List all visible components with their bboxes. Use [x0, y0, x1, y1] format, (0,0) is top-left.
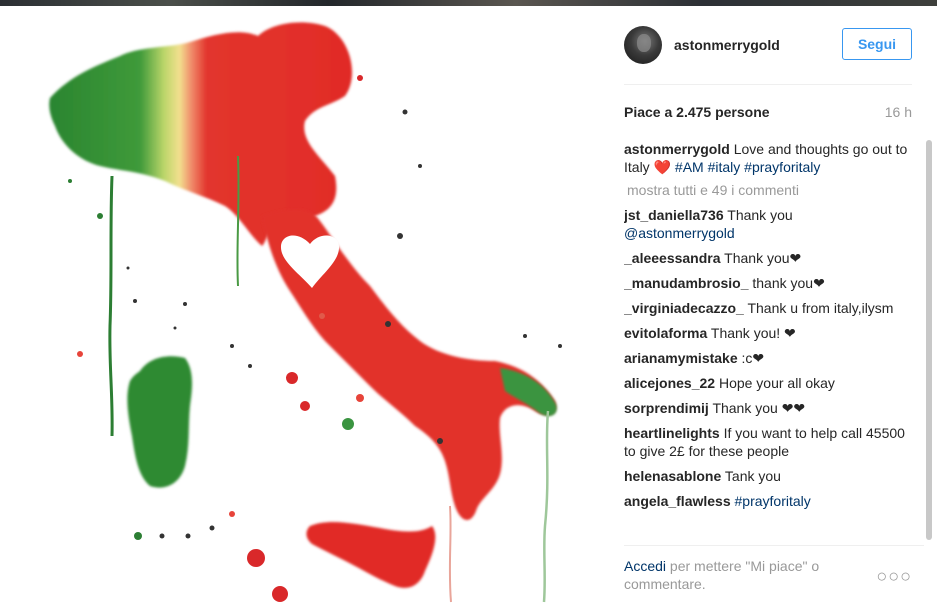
list-item: alicejones_22 Hope your all okay	[624, 374, 912, 392]
comment-text: :c❤	[741, 350, 765, 366]
post-footer: Accedi per mettere "Mi piace" o commenta…	[624, 545, 924, 607]
comment-text: Hope your all okay	[718, 375, 835, 391]
post-header: astonmerrygold Segui	[624, 6, 912, 85]
caption-hashtags[interactable]: #AM #italy #prayforitaly	[675, 159, 821, 175]
list-item: _virginiadecazzo_ Thank u from italy,ily…	[624, 299, 912, 317]
list-item: arianamymistake :c❤	[624, 349, 912, 367]
more-options-icon[interactable]: ○○○	[876, 566, 912, 587]
sicily-shape	[306, 522, 436, 588]
comment-username[interactable]: _manudambrosio_	[624, 275, 748, 291]
comment-username[interactable]: _aleeessandra	[624, 250, 721, 266]
list-item: evitolaforma Thank you! ❤	[624, 324, 912, 342]
drip-right	[542, 410, 550, 603]
comment-username[interactable]: sorprendimij	[624, 400, 709, 416]
list-item: sorprendimij Thank you ❤❤	[624, 399, 912, 417]
post-side-panel: astonmerrygold Segui Piace a 2.475 perso…	[608, 6, 937, 606]
show-all-comments-link[interactable]: mostra tutti e 49 i commenti	[627, 182, 924, 198]
list-item: heartlinelights If you want to help call…	[624, 424, 912, 460]
comment-hashtag[interactable]: #prayforitaly	[735, 493, 811, 509]
likes-row: Piace a 2.475 persone 16 h	[624, 104, 912, 124]
post-time[interactable]: 16 h	[885, 104, 912, 120]
post-image[interactable]	[0, 6, 608, 606]
drip-bottom	[448, 505, 452, 603]
comment-mention[interactable]: @astonmerrygold	[624, 225, 735, 241]
comment-username[interactable]: alicejones_22	[624, 375, 715, 391]
list-item: helenasablone Tank you	[624, 467, 912, 485]
comment-username[interactable]: _virginiadecazzo_	[624, 300, 744, 316]
list-item: jst_daniella736 Thank you @astonmerrygol…	[624, 206, 912, 242]
comment-username[interactable]: angela_flawless	[624, 493, 731, 509]
comment-username[interactable]: heartlinelights	[624, 425, 720, 441]
comment-text: Thank you	[727, 207, 793, 223]
comment-text: Tank you	[724, 468, 781, 484]
caption-username[interactable]: astonmerrygold	[624, 141, 730, 157]
comment-text: Thank you❤	[724, 250, 802, 266]
drip-left	[108, 175, 114, 437]
avatar[interactable]	[624, 26, 662, 64]
comment-username[interactable]: evitolaforma	[624, 325, 707, 341]
follow-button[interactable]: Segui	[842, 28, 912, 60]
login-prompt: Accedi per mettere "Mi piace" o commenta…	[624, 557, 854, 593]
comment-text: Thank you ❤❤	[712, 400, 806, 416]
comment-username[interactable]: jst_daniella736	[624, 207, 724, 223]
likes-count[interactable]: Piace a 2.475 persone	[624, 104, 770, 120]
comment-text: Thank u from italy,ilysm	[747, 300, 894, 316]
list-item: angela_flawless #prayforitaly	[624, 492, 912, 510]
login-link[interactable]: Accedi	[624, 558, 666, 574]
comment-username[interactable]: arianamymistake	[624, 350, 738, 366]
heart-emoji-icon: ❤️	[653, 159, 672, 175]
sardinia-shape	[127, 356, 193, 488]
drip-center	[236, 155, 240, 287]
comments-list[interactable]: astonmerrygold Love and thoughts go out …	[624, 140, 924, 540]
post-username[interactable]: astonmerrygold	[674, 37, 780, 53]
comment-text: Thank you! ❤	[710, 325, 796, 341]
caption: astonmerrygold Love and thoughts go out …	[624, 140, 912, 176]
comment-text: thank you❤	[752, 275, 825, 291]
comment-username[interactable]: helenasablone	[624, 468, 721, 484]
list-item: _manudambrosio_ thank you❤	[624, 274, 912, 292]
comments-scrollbar[interactable]	[925, 140, 933, 540]
list-item: _aleeessandra Thank you❤	[624, 249, 912, 267]
scrollbar-thumb[interactable]	[926, 140, 932, 540]
italy-watercolor-map	[49, 22, 562, 603]
